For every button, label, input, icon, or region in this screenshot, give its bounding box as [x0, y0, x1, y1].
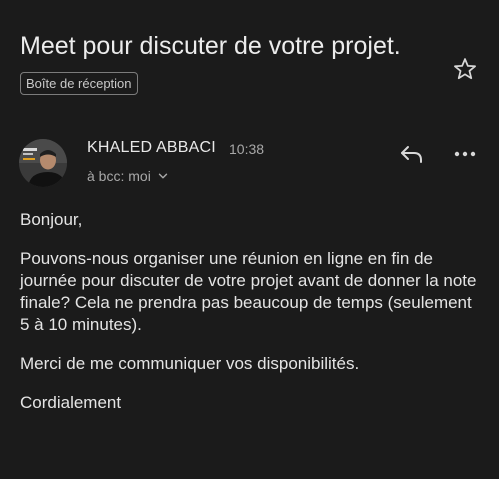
email-subject: Meet pour discuter de votre projet. Boîte… — [20, 28, 440, 102]
body-paragraph-2: Merci de me communiquer vos disponibilit… — [20, 354, 360, 373]
inbox-label-chip[interactable]: Boîte de réception — [20, 72, 138, 95]
body-closing: Cordialement — [20, 393, 122, 412]
star-icon[interactable] — [452, 56, 478, 82]
recipients-toggle[interactable]: à bcc: moi — [87, 167, 168, 185]
message-time: 10:38 — [229, 141, 265, 157]
recipients-text: à bcc: moi — [87, 168, 151, 184]
sender-avatar[interactable] — [19, 139, 67, 187]
reply-icon[interactable] — [399, 143, 425, 165]
sender-name[interactable]: KHALED ABBACI — [87, 138, 216, 158]
email-body: Bonjour, Pouvons-nous organiser une réun… — [20, 209, 485, 431]
body-paragraph-1: Pouvons-nous organiser une réunion en li… — [20, 249, 477, 334]
subject-text: Meet pour discuter de votre projet. — [20, 32, 401, 60]
body-greeting: Bonjour, — [20, 210, 83, 229]
more-options-icon[interactable] — [453, 143, 477, 165]
chevron-down-icon — [158, 173, 167, 179]
